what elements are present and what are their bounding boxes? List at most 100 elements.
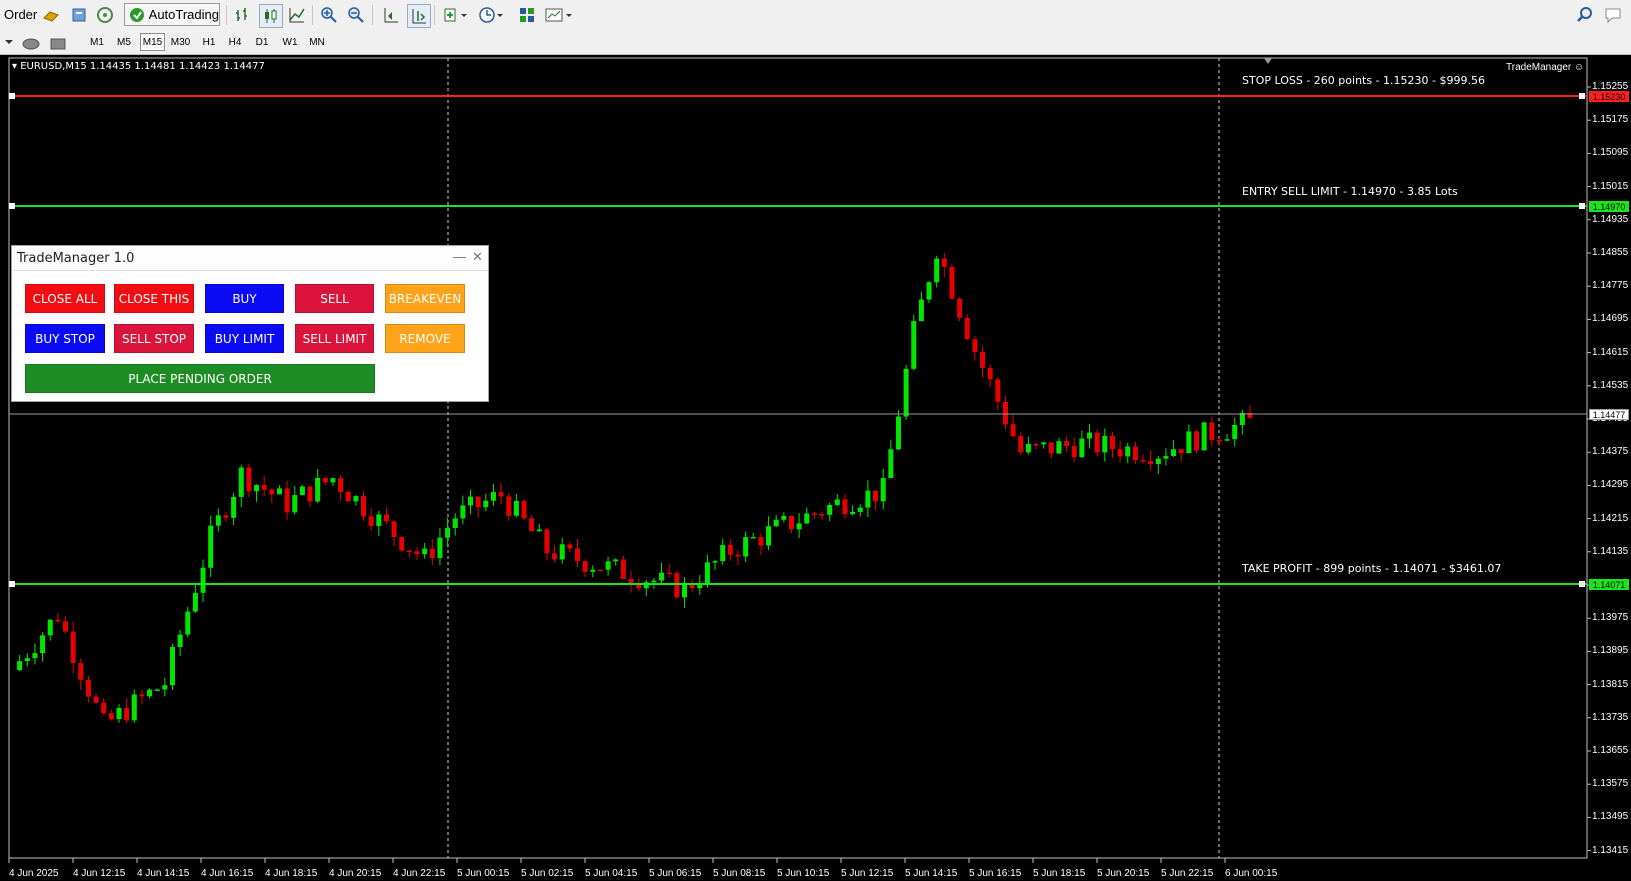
- place-pending-order-button[interactable]: PLACE PENDING ORDER: [25, 364, 375, 393]
- candle-body: [796, 523, 802, 530]
- candle-body: [406, 550, 412, 552]
- close-icon[interactable]: ✕: [472, 249, 483, 265]
- time-tick-label: 5 Jun 02:15: [521, 868, 574, 879]
- symbol-quote: EURUSD,M15 1.14435 1.14481 1.14423 1.144…: [20, 61, 265, 72]
- timeframe-m15-button[interactable]: M15: [140, 33, 165, 51]
- autoscroll-icon[interactable]: [407, 4, 431, 28]
- candle-body: [620, 559, 626, 579]
- candle-body: [399, 537, 405, 551]
- candle-body: [850, 511, 856, 515]
- candle-body: [276, 488, 282, 495]
- close-this-button[interactable]: CLOSE THIS: [114, 284, 194, 313]
- line-handle: [9, 203, 15, 209]
- stop-loss-note: STOP LOSS - 260 points - 1.15230 - $999.…: [1242, 74, 1485, 87]
- candle-body: [674, 573, 680, 598]
- candle-body: [162, 685, 168, 690]
- candle-body: [338, 478, 344, 492]
- time-tick-label: 4 Jun 16:15: [201, 868, 254, 879]
- zoom-in-icon[interactable]: [318, 4, 340, 26]
- price-tick-label: 1.14615: [1592, 346, 1629, 358]
- periods-icon[interactable]: [478, 4, 506, 26]
- candle-body: [93, 696, 99, 703]
- time-tick-label: 6 Jun 00:15: [1225, 868, 1278, 879]
- gold-bars-icon[interactable]: [40, 4, 62, 26]
- price-chart[interactable]: [0, 55, 1631, 881]
- timeframe-m30-button[interactable]: M30: [168, 33, 193, 51]
- collapse-arrow-icon[interactable]: ▾: [12, 61, 17, 72]
- bar-chart-icon[interactable]: [232, 4, 254, 26]
- close-all-button[interactable]: CLOSE ALL: [25, 284, 105, 313]
- candle-body: [544, 529, 550, 554]
- buy-limit-button[interactable]: BUY LIMIT: [205, 324, 284, 353]
- candle-body: [949, 266, 955, 299]
- line-handle: [1579, 581, 1585, 587]
- chart-shift-icon[interactable]: [380, 4, 402, 26]
- candle-body: [238, 467, 244, 497]
- candle-body: [529, 518, 535, 532]
- candle-body: [185, 611, 191, 635]
- line-chart-icon[interactable]: [286, 4, 308, 26]
- candle-body: [475, 496, 481, 508]
- autotrading-button[interactable]: AutoTrading: [124, 3, 220, 26]
- sell-limit-button[interactable]: SELL LIMIT: [295, 324, 374, 353]
- indicators-icon[interactable]: [442, 4, 470, 26]
- candle-body: [85, 679, 91, 697]
- buy-stop-button[interactable]: BUY STOP: [25, 324, 105, 353]
- remove-button[interactable]: REMOVE: [385, 324, 465, 353]
- candle-body: [231, 496, 237, 518]
- candle-body: [788, 515, 794, 530]
- time-tick-label: 5 Jun 22:15: [1161, 868, 1214, 879]
- candle-body: [254, 485, 260, 492]
- candle-body: [1171, 449, 1177, 457]
- search-icon[interactable]: [1574, 4, 1596, 26]
- smiley-icon: ☺: [1574, 62, 1585, 73]
- drawing-shape-icon[interactable]: [20, 33, 42, 55]
- buy-button[interactable]: BUY: [205, 284, 284, 313]
- candlestick-chart[interactable]: [0, 55, 1631, 881]
- candle-body: [1064, 441, 1070, 446]
- price-tick-label: 1.15175: [1592, 114, 1629, 126]
- templates-icon[interactable]: [516, 4, 538, 26]
- price-tick-label: 1.13895: [1592, 645, 1629, 657]
- candlestick-icon[interactable]: [259, 4, 283, 28]
- timeframe-m1-button[interactable]: M1: [86, 33, 108, 51]
- candle-body: [460, 505, 466, 519]
- price-tick-label: 1.14695: [1592, 313, 1629, 325]
- candle-body: [330, 478, 336, 483]
- time-tick-label: 5 Jun 08:15: [713, 868, 766, 879]
- timeframe-d1-button[interactable]: D1: [251, 33, 273, 51]
- time-tick-label: 5 Jun 16:15: [969, 868, 1022, 879]
- timeframe-w1-button[interactable]: W1: [279, 33, 301, 51]
- timeframe-h4-button[interactable]: H4: [224, 33, 246, 51]
- zoom-out-icon[interactable]: [345, 4, 367, 26]
- breakeven-button[interactable]: BREAKEVEN: [385, 284, 465, 313]
- candle-body: [223, 515, 229, 518]
- timeframe-m5-button[interactable]: M5: [113, 33, 135, 51]
- timeframe-mn-button[interactable]: MN: [306, 33, 328, 51]
- candle-body: [1056, 441, 1062, 454]
- candle-body: [888, 449, 894, 478]
- autotrading-label: AutoTrading: [148, 7, 219, 22]
- time-tick-label: 5 Jun 12:15: [841, 868, 894, 879]
- sell-stop-button[interactable]: SELL STOP: [114, 324, 194, 353]
- chart-settings-icon[interactable]: [544, 4, 574, 26]
- candle-body: [292, 495, 298, 513]
- minimize-icon[interactable]: —: [453, 249, 466, 264]
- dropdown-arrow-icon[interactable]: [2, 33, 16, 51]
- scripts-icon[interactable]: [68, 4, 90, 26]
- candle-body: [834, 499, 840, 505]
- timeframe-h1-button[interactable]: H1: [198, 33, 220, 51]
- sell-button[interactable]: SELL: [295, 284, 374, 313]
- panel-header[interactable]: TradeManager 1.0 — ✕: [12, 246, 488, 271]
- candle-body: [169, 647, 175, 686]
- trade-manager-panel[interactable]: TradeManager 1.0 — ✕ CLOSE ALL CLOSE THI…: [11, 245, 489, 402]
- candle-body: [941, 258, 947, 267]
- rectangle-icon[interactable]: [47, 33, 69, 55]
- candle-body: [452, 518, 458, 529]
- candle-body: [1109, 435, 1115, 450]
- new-order-button[interactable]: Order: [4, 7, 37, 22]
- signal-icon[interactable]: [94, 4, 116, 26]
- chat-icon[interactable]: [1603, 4, 1625, 26]
- candle-body: [819, 514, 825, 516]
- candle-body: [208, 525, 214, 568]
